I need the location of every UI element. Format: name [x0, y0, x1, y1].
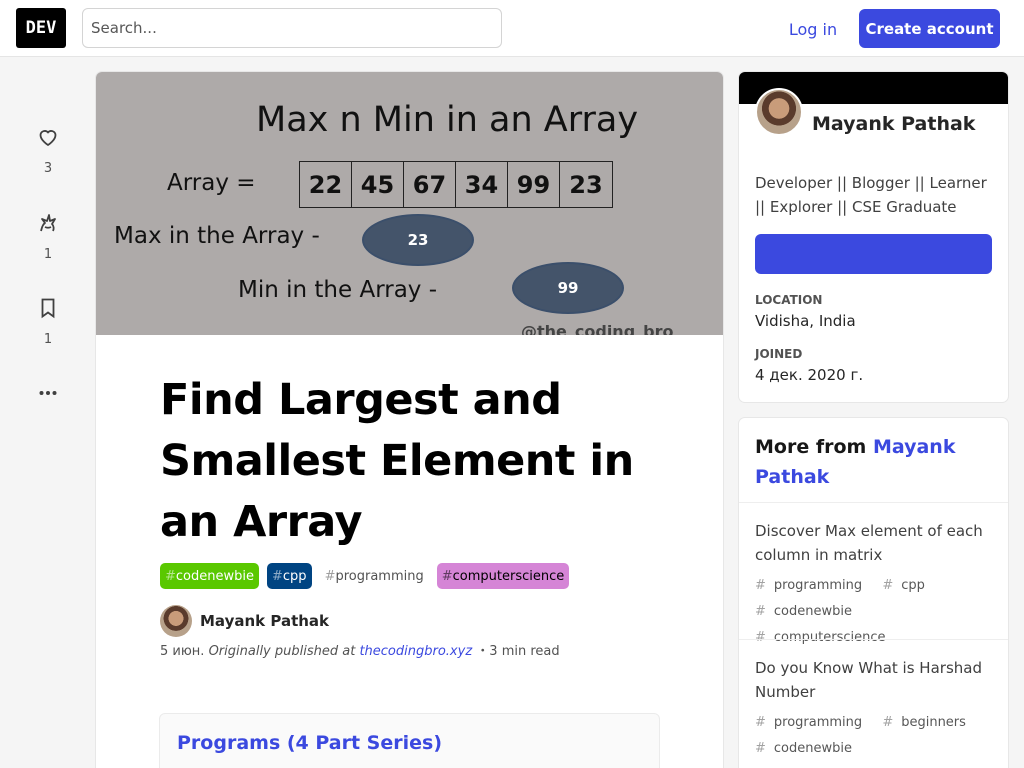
- profile-name[interactable]: Mayank Pathak: [812, 113, 975, 135]
- list-item[interactable]: Do you Know What is Harshad Number # prog…: [739, 639, 1008, 768]
- dev-logo[interactable]: DEV: [16, 8, 66, 48]
- more-options-button[interactable]: [24, 381, 72, 409]
- article-meta: 5 июн. Originally published at thecoding…: [160, 640, 560, 659]
- cover-min-label: Min in the Array -: [238, 277, 438, 303]
- heart-icon: [36, 125, 60, 153]
- array-cell: 99: [508, 162, 560, 207]
- login-button[interactable]: Log in: [776, 9, 850, 49]
- publish-date: 5 июн.: [160, 644, 205, 659]
- tag-programming[interactable]: # programming: [755, 578, 870, 593]
- more-from-card: More from Mayank Pathak Discover Max ele…: [739, 418, 1008, 768]
- cover-max-value: 23: [362, 214, 474, 266]
- more-item-title[interactable]: Discover Max element of each column in m…: [755, 519, 992, 567]
- tag-codenewbie[interactable]: # codenewbie: [755, 741, 860, 756]
- tag-beginners[interactable]: # beginners: [882, 715, 974, 730]
- article-title: Find Largest and Smallest Element in an …: [160, 375, 634, 547]
- originally-published: Originally published at: [208, 644, 356, 659]
- tag-cpp[interactable]: # cpp: [882, 578, 933, 593]
- more-item-title[interactable]: Do you Know What is Harshad Number: [755, 656, 992, 704]
- joined-value: 4 дек. 2020 г.: [755, 366, 864, 384]
- follow-button[interactable]: [755, 234, 992, 274]
- search-input[interactable]: [82, 8, 502, 48]
- cover-array-label: Array =: [167, 170, 256, 196]
- cover-array: 22 45 67 34 99 23: [299, 161, 613, 208]
- cover-title: Max n Min in an Array: [256, 100, 639, 140]
- like-count: 3: [43, 161, 53, 176]
- author-profile-card: Mayank Pathak Developer || Blogger || Le…: [739, 72, 1008, 402]
- joined-label: JOINED: [755, 347, 803, 361]
- article-card: Max n Min in an Array Array = 22 45 67 3…: [96, 72, 723, 768]
- article-author[interactable]: Mayank Pathak: [160, 605, 329, 637]
- meta-separator: ・: [476, 644, 490, 659]
- tag-programming[interactable]: # programming: [320, 563, 429, 589]
- array-cell: 23: [569, 170, 603, 199]
- tag-codenewbie[interactable]: # codenewbie: [755, 604, 860, 619]
- unicorn-reaction[interactable]: 1: [24, 211, 72, 262]
- profile-avatar[interactable]: [755, 88, 803, 136]
- more-item-tags: #programming #beginners #codenewbie #com…: [755, 710, 992, 768]
- tag-programming[interactable]: # programming: [755, 715, 870, 730]
- location-value: Vidisha, India: [755, 312, 856, 330]
- article-tags: # codenewbie # cpp # programming # computers…: [160, 563, 570, 589]
- bookmark-count: 1: [43, 332, 53, 347]
- cover-max-label: Max in the Array -: [114, 223, 320, 249]
- avatar: [160, 605, 192, 637]
- author-name[interactable]: Mayank Pathak: [200, 612, 329, 630]
- series-box: Programs (4 Part Series): [159, 713, 660, 768]
- like-reaction[interactable]: 3: [24, 125, 72, 176]
- cover-min-value: 99: [512, 262, 624, 314]
- more-from-prefix: More from: [755, 436, 867, 458]
- array-cell: 67: [404, 162, 456, 207]
- array-cell: 22: [300, 162, 352, 207]
- tag-computerscience[interactable]: #computerscience: [436, 563, 570, 589]
- location-label: LOCATION: [755, 293, 823, 307]
- profile-bio: Developer || Blogger || Learner || Explo…: [755, 174, 987, 216]
- source-link[interactable]: thecodingbro.xyz: [359, 644, 472, 659]
- unicorn-count: 1: [43, 247, 53, 262]
- array-cell: 34: [456, 162, 508, 207]
- read-time: 3 min read: [489, 644, 560, 659]
- series-title[interactable]: Programs (4 Part Series): [177, 732, 442, 754]
- ellipsis-icon: [36, 381, 60, 409]
- bookmark-reaction[interactable]: 1: [24, 296, 72, 347]
- cover-image: Max n Min in an Array Array = 22 45 67 3…: [96, 72, 723, 335]
- cover-watermark: @the_coding_bro: [521, 322, 674, 335]
- array-cell: 45: [352, 162, 404, 207]
- top-header: DEV Log in Create account: [0, 0, 1024, 57]
- tag-cpp[interactable]: # cpp: [267, 563, 312, 589]
- create-account-button[interactable]: Create account: [859, 9, 1000, 48]
- tag-codenewbie[interactable]: # codenewbie: [160, 563, 259, 589]
- bookmark-icon: [36, 296, 60, 324]
- unicorn-icon: [36, 211, 60, 239]
- more-from-heading: More from Mayank Pathak: [755, 432, 995, 492]
